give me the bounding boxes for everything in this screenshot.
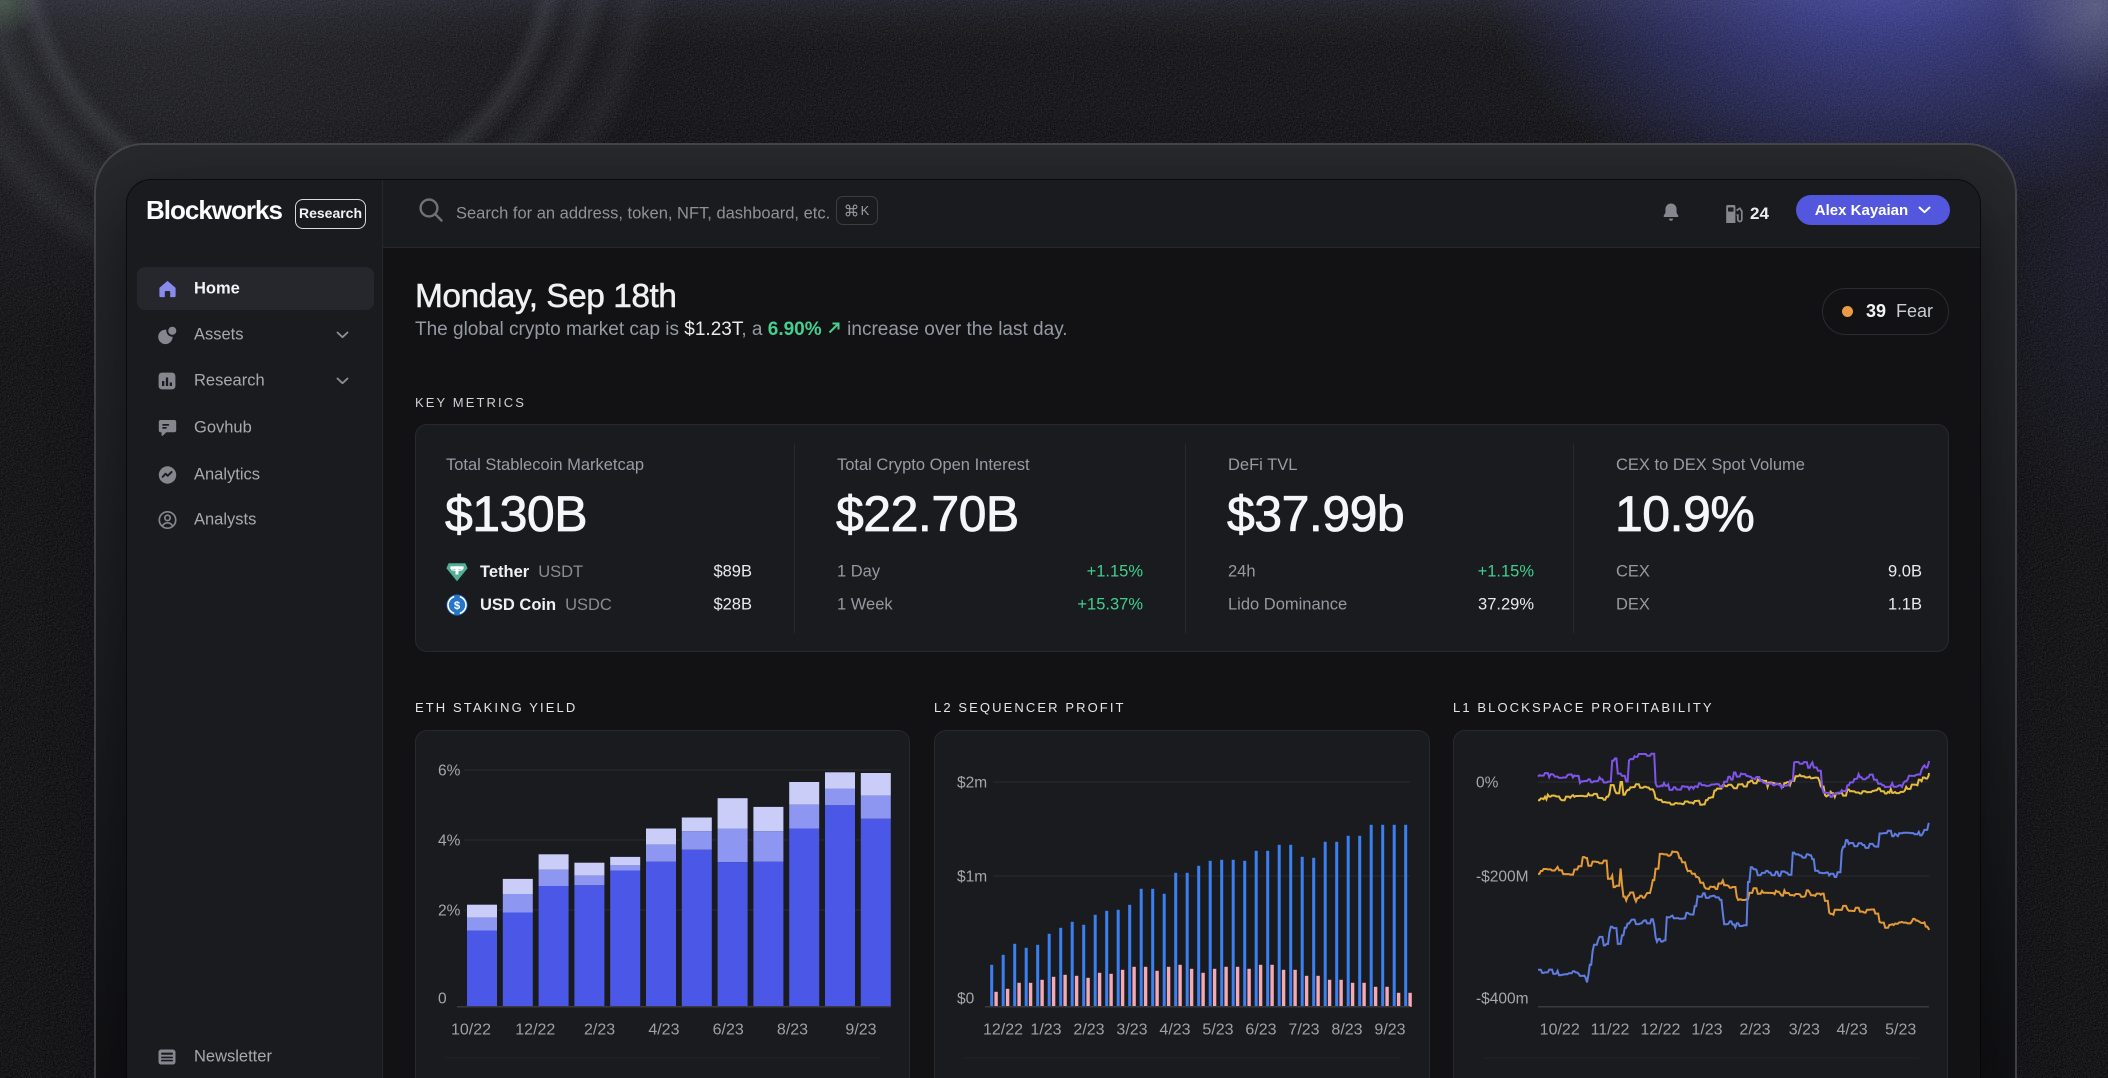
- svg-text:0: 0: [438, 991, 447, 1008]
- svg-text:3/23: 3/23: [1116, 1022, 1147, 1039]
- svg-text:2%: 2%: [438, 903, 461, 920]
- svg-text:8/23: 8/23: [777, 1022, 808, 1039]
- svg-text:12/22: 12/22: [515, 1022, 555, 1039]
- svg-text:12/22: 12/22: [1640, 1022, 1680, 1039]
- svg-text:10/22: 10/22: [1540, 1022, 1580, 1039]
- svg-text:2/23: 2/23: [584, 1022, 615, 1039]
- svg-text:1/23: 1/23: [1030, 1022, 1061, 1039]
- svg-text:4/23: 4/23: [1159, 1022, 1190, 1039]
- svg-text:4%: 4%: [438, 833, 461, 850]
- svg-text:4/23: 4/23: [648, 1022, 679, 1039]
- svg-text:6%: 6%: [438, 763, 461, 780]
- svg-text:5/23: 5/23: [1885, 1022, 1916, 1039]
- svg-text:5/23: 5/23: [1202, 1022, 1233, 1039]
- svg-text:4/23: 4/23: [1837, 1022, 1868, 1039]
- svg-text:8/23: 8/23: [1331, 1022, 1362, 1039]
- svg-text:2/23: 2/23: [1073, 1022, 1104, 1039]
- svg-text:$2m: $2m: [957, 775, 987, 792]
- svg-text:-$400m: -$400m: [1476, 991, 1529, 1008]
- svg-text:7/23: 7/23: [1288, 1022, 1319, 1039]
- svg-text:6/23: 6/23: [1245, 1022, 1276, 1039]
- svg-text:9/23: 9/23: [1374, 1022, 1405, 1039]
- svg-text:11/22: 11/22: [1591, 1022, 1630, 1039]
- svg-text:$0: $0: [957, 991, 975, 1008]
- svg-text:10/22: 10/22: [451, 1022, 491, 1039]
- svg-text:12/22: 12/22: [983, 1022, 1023, 1039]
- svg-text:2/23: 2/23: [1739, 1022, 1770, 1039]
- svg-text:-$200M: -$200M: [1476, 869, 1529, 886]
- svg-text:$1m: $1m: [957, 869, 987, 886]
- svg-text:1/23: 1/23: [1691, 1022, 1722, 1039]
- svg-text:$: $: [454, 600, 461, 612]
- svg-text:9/23: 9/23: [845, 1022, 876, 1039]
- svg-text:3/23: 3/23: [1789, 1022, 1820, 1039]
- svg-text:0%: 0%: [1476, 775, 1499, 792]
- svg-text:6/23: 6/23: [713, 1022, 744, 1039]
